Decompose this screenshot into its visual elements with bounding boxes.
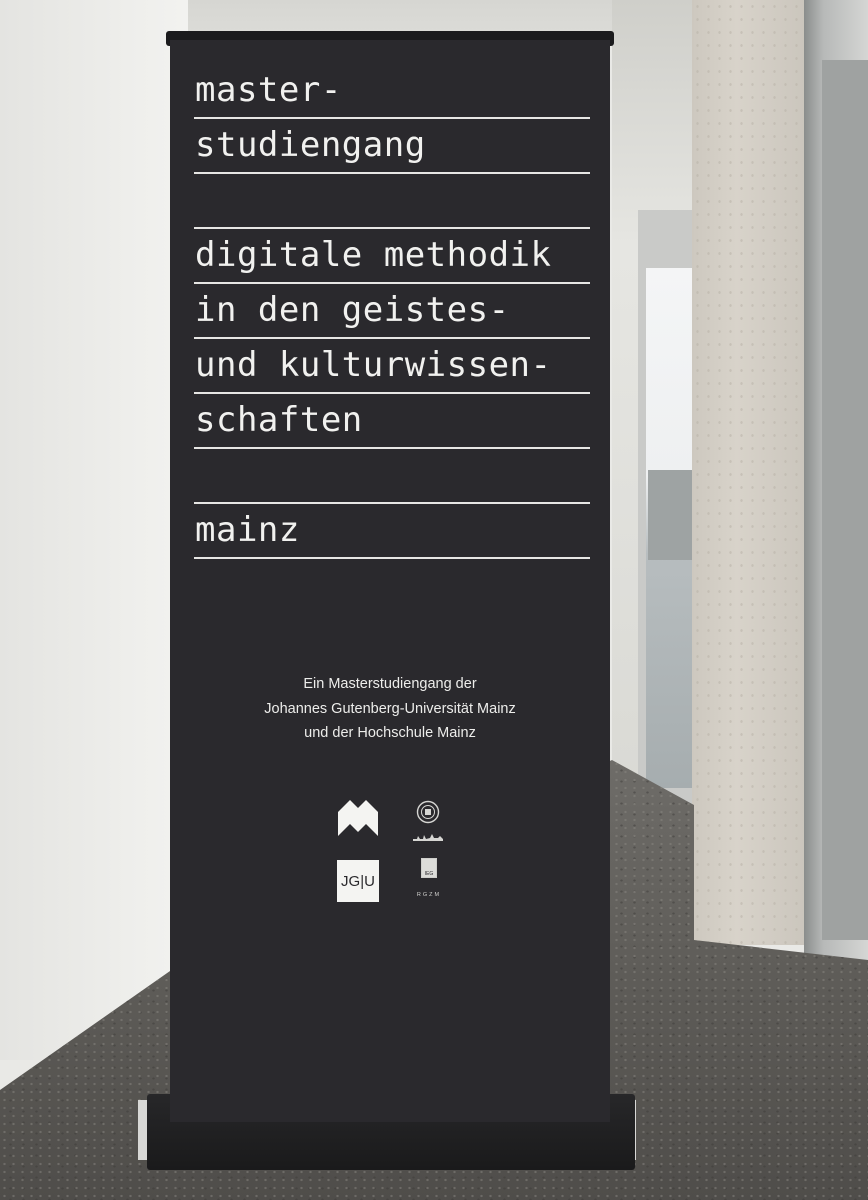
title-line: in den geistes- bbox=[194, 284, 590, 339]
title-line: master- bbox=[194, 64, 590, 119]
title-line: digitale methodik bbox=[194, 229, 590, 284]
credit-line: und der Hochschule Mainz bbox=[304, 725, 476, 741]
academy-seal-logo bbox=[416, 800, 440, 824]
outside-building bbox=[648, 470, 692, 560]
ieg-logo: IEG bbox=[421, 858, 437, 878]
right-glass-panel bbox=[822, 60, 868, 940]
banner-title: master- studiengang digitale methodik in… bbox=[194, 64, 590, 559]
title-line-blank bbox=[194, 449, 590, 504]
title-line-blank bbox=[194, 174, 590, 229]
title-line: schaften bbox=[194, 394, 590, 449]
title-line: studiengang bbox=[194, 119, 590, 174]
rollup-banner: master- studiengang digitale methodik in… bbox=[170, 40, 610, 1122]
hochschule-mainz-logo bbox=[338, 800, 378, 836]
title-line-location: mainz bbox=[194, 504, 590, 559]
rgzm-logo: RGZM bbox=[416, 892, 442, 898]
jgu-logo-text: JG|U bbox=[341, 872, 375, 890]
pillar-texture bbox=[692, 0, 804, 945]
title-line: und kulturwissen- bbox=[194, 339, 590, 394]
jgu-logo: JG|U bbox=[337, 860, 379, 902]
credit-line: Ein Masterstudiengang der bbox=[303, 676, 477, 692]
skyline-logo bbox=[413, 834, 443, 841]
ieg-logo-text: IEG bbox=[424, 871, 434, 877]
credit-line: Johannes Gutenberg-Universität Mainz bbox=[264, 700, 516, 717]
photo-scene: master- studiengang digitale methodik in… bbox=[0, 0, 868, 1200]
credit-text: Ein Masterstudiengang der Johannes Guten… bbox=[170, 672, 610, 746]
